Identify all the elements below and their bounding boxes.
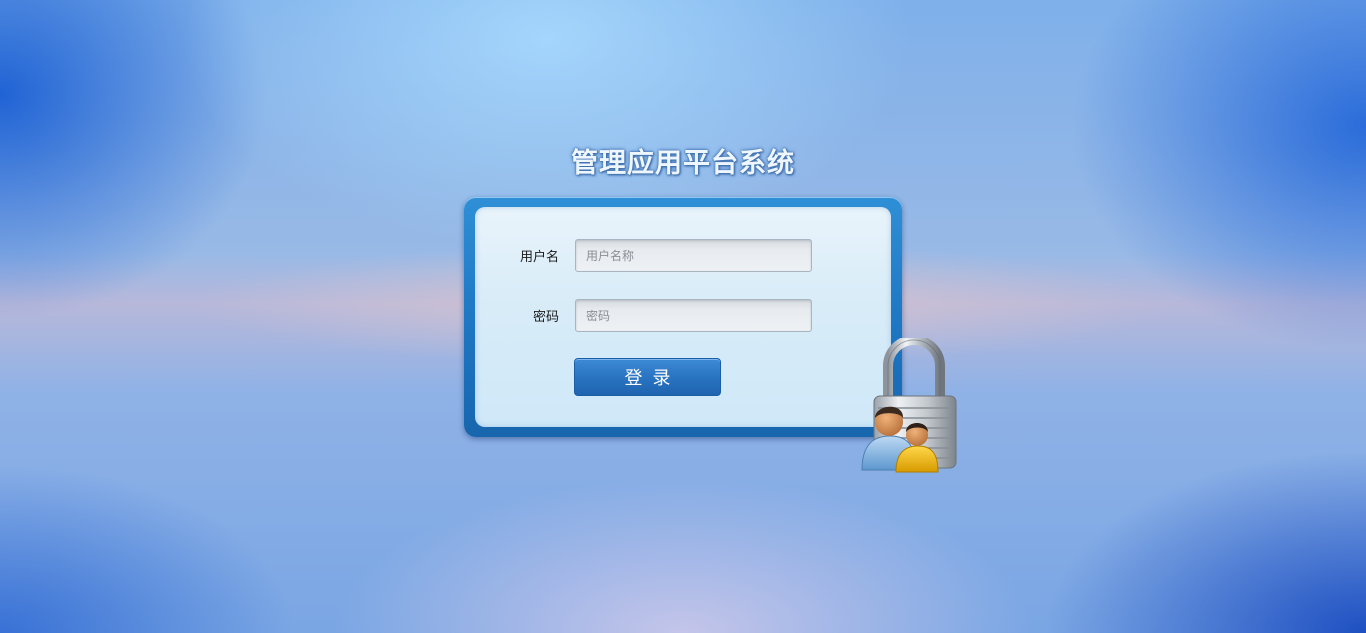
page-title: 管理应用平台系统: [571, 148, 795, 179]
password-label: 密码: [532, 310, 559, 325]
username-label: 用户名: [519, 250, 559, 265]
username-input[interactable]: [575, 239, 812, 272]
password-input[interactable]: [575, 299, 812, 332]
padlock-with-users-icon: [861, 338, 957, 473]
login-button[interactable]: 登录: [574, 358, 721, 396]
